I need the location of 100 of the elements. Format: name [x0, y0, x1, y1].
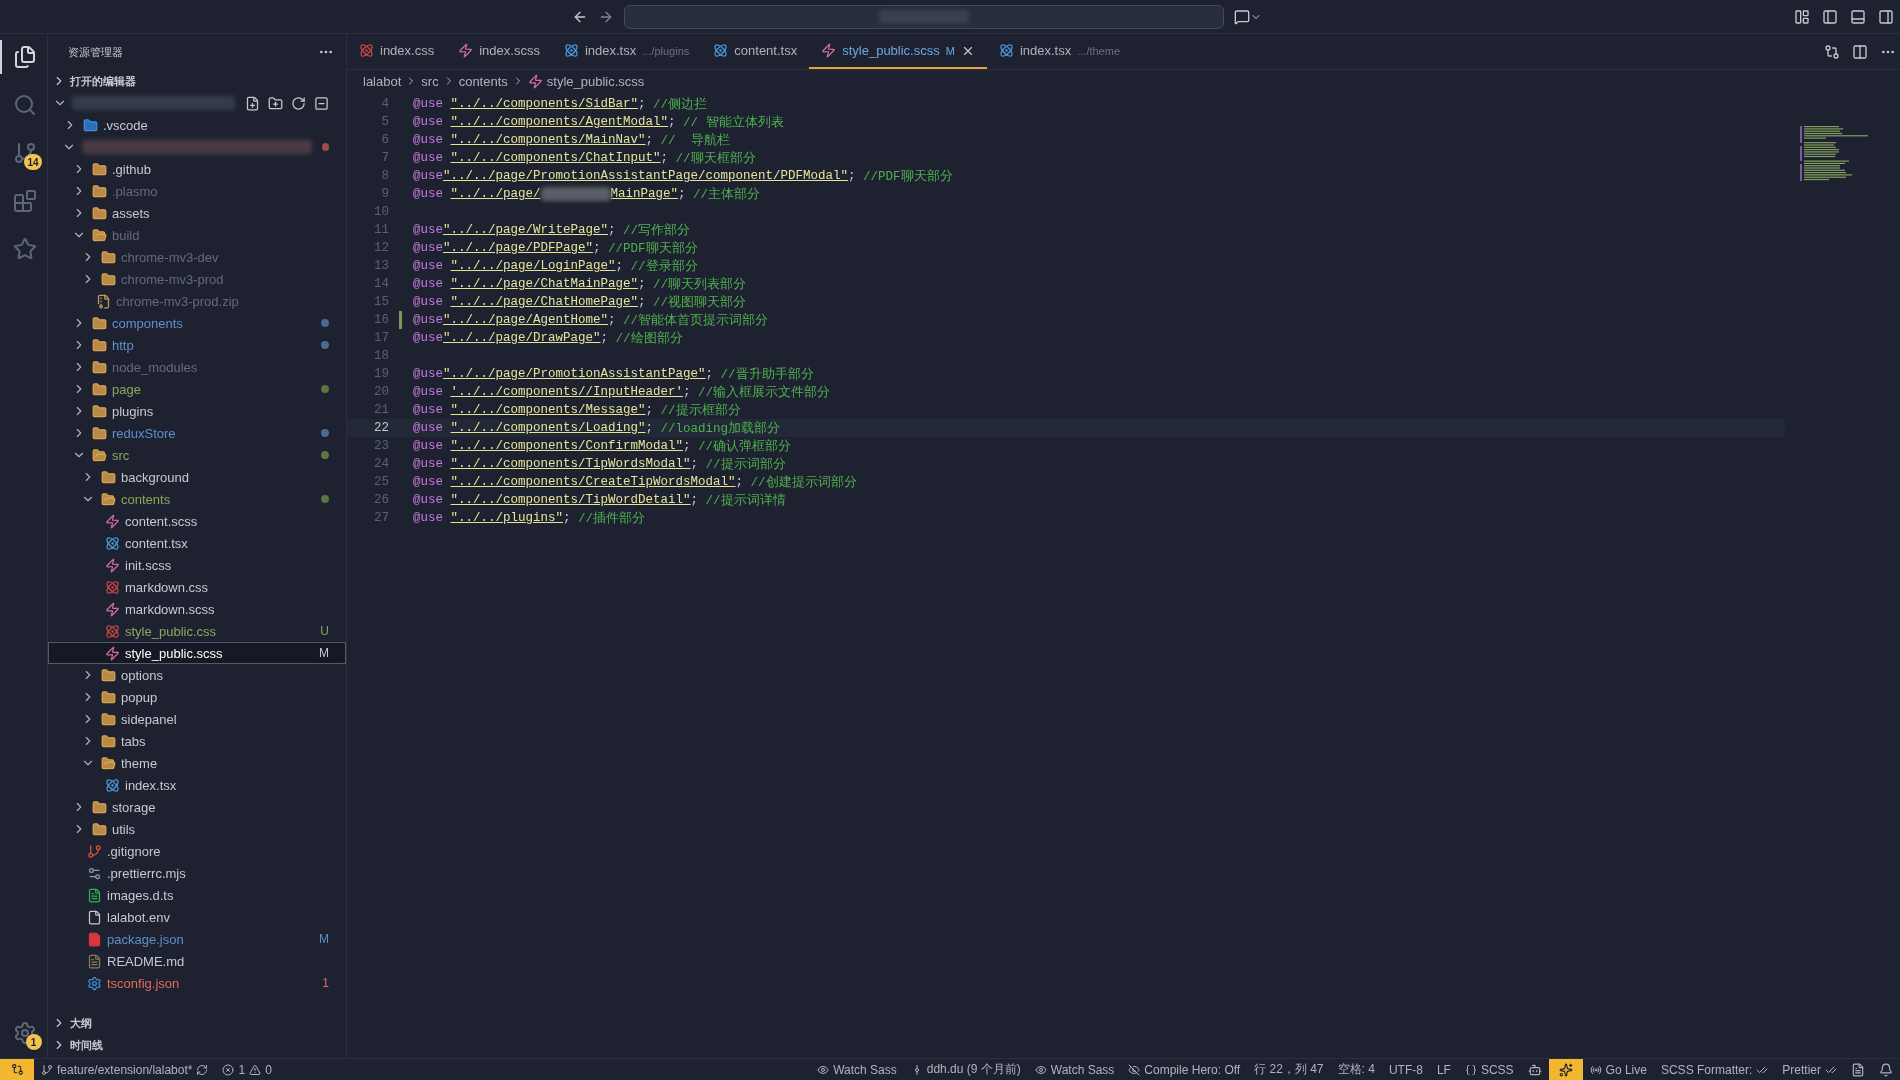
file-name: theme: [121, 755, 158, 771]
status-item[interactable]: Watch Sass: [810, 1062, 904, 1077]
collapse-icon[interactable]: [314, 95, 329, 111]
command-center-field[interactable]: [624, 4, 1224, 29]
braces-icon: [1464, 1063, 1477, 1076]
code-punctuation: ;: [638, 97, 646, 111]
section-header[interactable]: 时间线: [70, 1037, 103, 1053]
remote-icon[interactable]: [10, 1063, 24, 1076]
status-item[interactable]: ddh.du (9 个月前): [903, 1061, 1028, 1078]
section-header[interactable]: 大纲: [70, 1015, 92, 1031]
status-item[interactable]: SCSS Formatter:: [1653, 1062, 1776, 1077]
layout-icon[interactable]: [1794, 8, 1810, 25]
tree-item[interactable]: tabs: [48, 730, 346, 752]
status-item[interactable]: SCSS: [1457, 1062, 1521, 1077]
section-header[interactable]: 打开的编辑器: [70, 73, 136, 89]
panel-left-icon[interactable]: [1822, 8, 1838, 25]
sparkle-icon[interactable]: [1558, 1062, 1573, 1077]
file-name: popup: [121, 689, 158, 705]
status-item[interactable]: Watch Sass: [1027, 1062, 1122, 1077]
editor-tab[interactable]: index.css: [347, 34, 447, 69]
tree-item[interactable]: storage: [48, 796, 346, 818]
file-name: chrome-mv3-prod.zip: [116, 293, 239, 309]
tree-item[interactable]: popup: [48, 686, 346, 708]
tree-item[interactable]: sidepanel: [48, 708, 346, 730]
tree-item[interactable]: .gitignore: [48, 840, 346, 862]
status-item[interactable]: UTF-8: [1381, 1062, 1430, 1077]
explorer-icon[interactable]: [12, 45, 37, 69]
tree-item[interactable]: src: [48, 444, 346, 466]
search-icon[interactable]: [12, 93, 37, 117]
breadcrumb-item[interactable]: style_public.scss: [546, 73, 645, 89]
extensions-icon[interactable]: [12, 189, 37, 213]
code-string: "../../page/: [450, 187, 541, 201]
breadcrumb-item[interactable]: contents: [458, 73, 508, 89]
tree-item[interactable]: package.json M: [48, 928, 346, 950]
tree-item[interactable]: style_public.css U: [48, 620, 346, 642]
tree-item[interactable]: http: [48, 334, 346, 356]
tree-item[interactable]: index.tsx: [48, 774, 346, 796]
tree-item[interactable]: theme: [48, 752, 346, 774]
tree-item[interactable]: README.md: [48, 950, 346, 972]
tree-item[interactable]: init.scss: [48, 554, 346, 576]
chat-icon[interactable]: [1234, 8, 1262, 25]
tree-item[interactable]: markdown.scss: [48, 598, 346, 620]
editor-tab[interactable]: index.tsx .../theme: [986, 34, 1132, 69]
git-status-letter: M: [319, 646, 329, 660]
code-keyword: @use: [413, 475, 444, 489]
breadcrumb-item[interactable]: src: [421, 73, 439, 89]
code-comment: //插件部分: [578, 510, 646, 527]
panel-bottom-icon[interactable]: [1850, 8, 1866, 25]
split-editor-icon[interactable]: [1852, 43, 1868, 60]
tree-item[interactable]: images.d.ts: [48, 884, 346, 906]
breadcrumb-item[interactable]: lalabot: [363, 73, 402, 89]
tree-item[interactable]: page: [48, 378, 346, 400]
tree-item[interactable]: .prettierrc.mjs: [48, 862, 346, 884]
status-item[interactable]: 行 22，列 47: [1247, 1061, 1331, 1078]
panel-right-icon[interactable]: [1878, 8, 1894, 25]
tree-item[interactable]: .vscode: [48, 114, 346, 136]
code-string: "../../components/Loading": [450, 421, 646, 435]
tree-item[interactable]: lalabot.env: [48, 906, 346, 928]
editor-tab[interactable]: style_public.scss M: [809, 34, 987, 69]
tree-item[interactable]: markdown.css: [48, 576, 346, 598]
folder-icon: [92, 425, 107, 441]
status-item[interactable]: Compile Hero: Off: [1121, 1062, 1248, 1077]
warning-icon: [249, 1063, 262, 1076]
code-comment: //侧边拦: [653, 96, 708, 113]
settings-icon[interactable]: [12, 1021, 37, 1045]
code-comment: //视图聊天部分: [653, 294, 747, 311]
tree-item[interactable]: reduxStore: [48, 422, 346, 444]
source-control-icon[interactable]: [12, 141, 37, 165]
new-folder-icon[interactable]: [268, 95, 283, 111]
editor-tab[interactable]: content.tsx: [701, 34, 810, 69]
tree-item[interactable]: options: [48, 664, 346, 686]
tree-item[interactable]: content.tsx: [48, 532, 346, 554]
tree-item[interactable]: content.scss: [48, 510, 346, 532]
star-icon[interactable]: [12, 237, 37, 261]
refresh-icon[interactable]: [291, 95, 306, 111]
tree-item[interactable]: assets: [48, 202, 346, 224]
code-punctuation: ;: [600, 331, 609, 345]
compare-icon[interactable]: [1824, 43, 1840, 60]
file-name: utils: [112, 821, 136, 837]
tree-item[interactable]: background: [48, 466, 346, 488]
code-string: "../../components/Message": [450, 403, 646, 417]
line-number: 21: [373, 403, 389, 417]
status-item[interactable]: LF: [1429, 1062, 1458, 1077]
status-item[interactable]: 空格: 4: [1330, 1061, 1382, 1078]
status-item[interactable]: Go Live: [1582, 1062, 1654, 1077]
editor-tab[interactable]: index.scss: [446, 34, 552, 69]
editor-tab[interactable]: index.tsx .../plugins: [551, 34, 702, 69]
folder-icon: [92, 205, 107, 221]
status-item[interactable]: Prettier: [1775, 1062, 1844, 1077]
tree-item[interactable]: .github: [48, 158, 346, 180]
file-name: components: [112, 315, 183, 331]
tree-item[interactable]: contents: [48, 488, 346, 510]
tree-item[interactable]: components: [48, 312, 346, 334]
tree-item[interactable]: plugins: [48, 400, 346, 422]
new-file-icon[interactable]: [245, 95, 260, 111]
problems-item[interactable]: 1 0: [215, 1062, 279, 1077]
branch-item[interactable]: feature/extension/lalabot*: [34, 1062, 216, 1077]
tree-item[interactable]: tsconfig.json 1: [48, 972, 346, 994]
tree-item[interactable]: style_public.scss M: [48, 642, 346, 664]
tree-item[interactable]: utils: [48, 818, 346, 840]
